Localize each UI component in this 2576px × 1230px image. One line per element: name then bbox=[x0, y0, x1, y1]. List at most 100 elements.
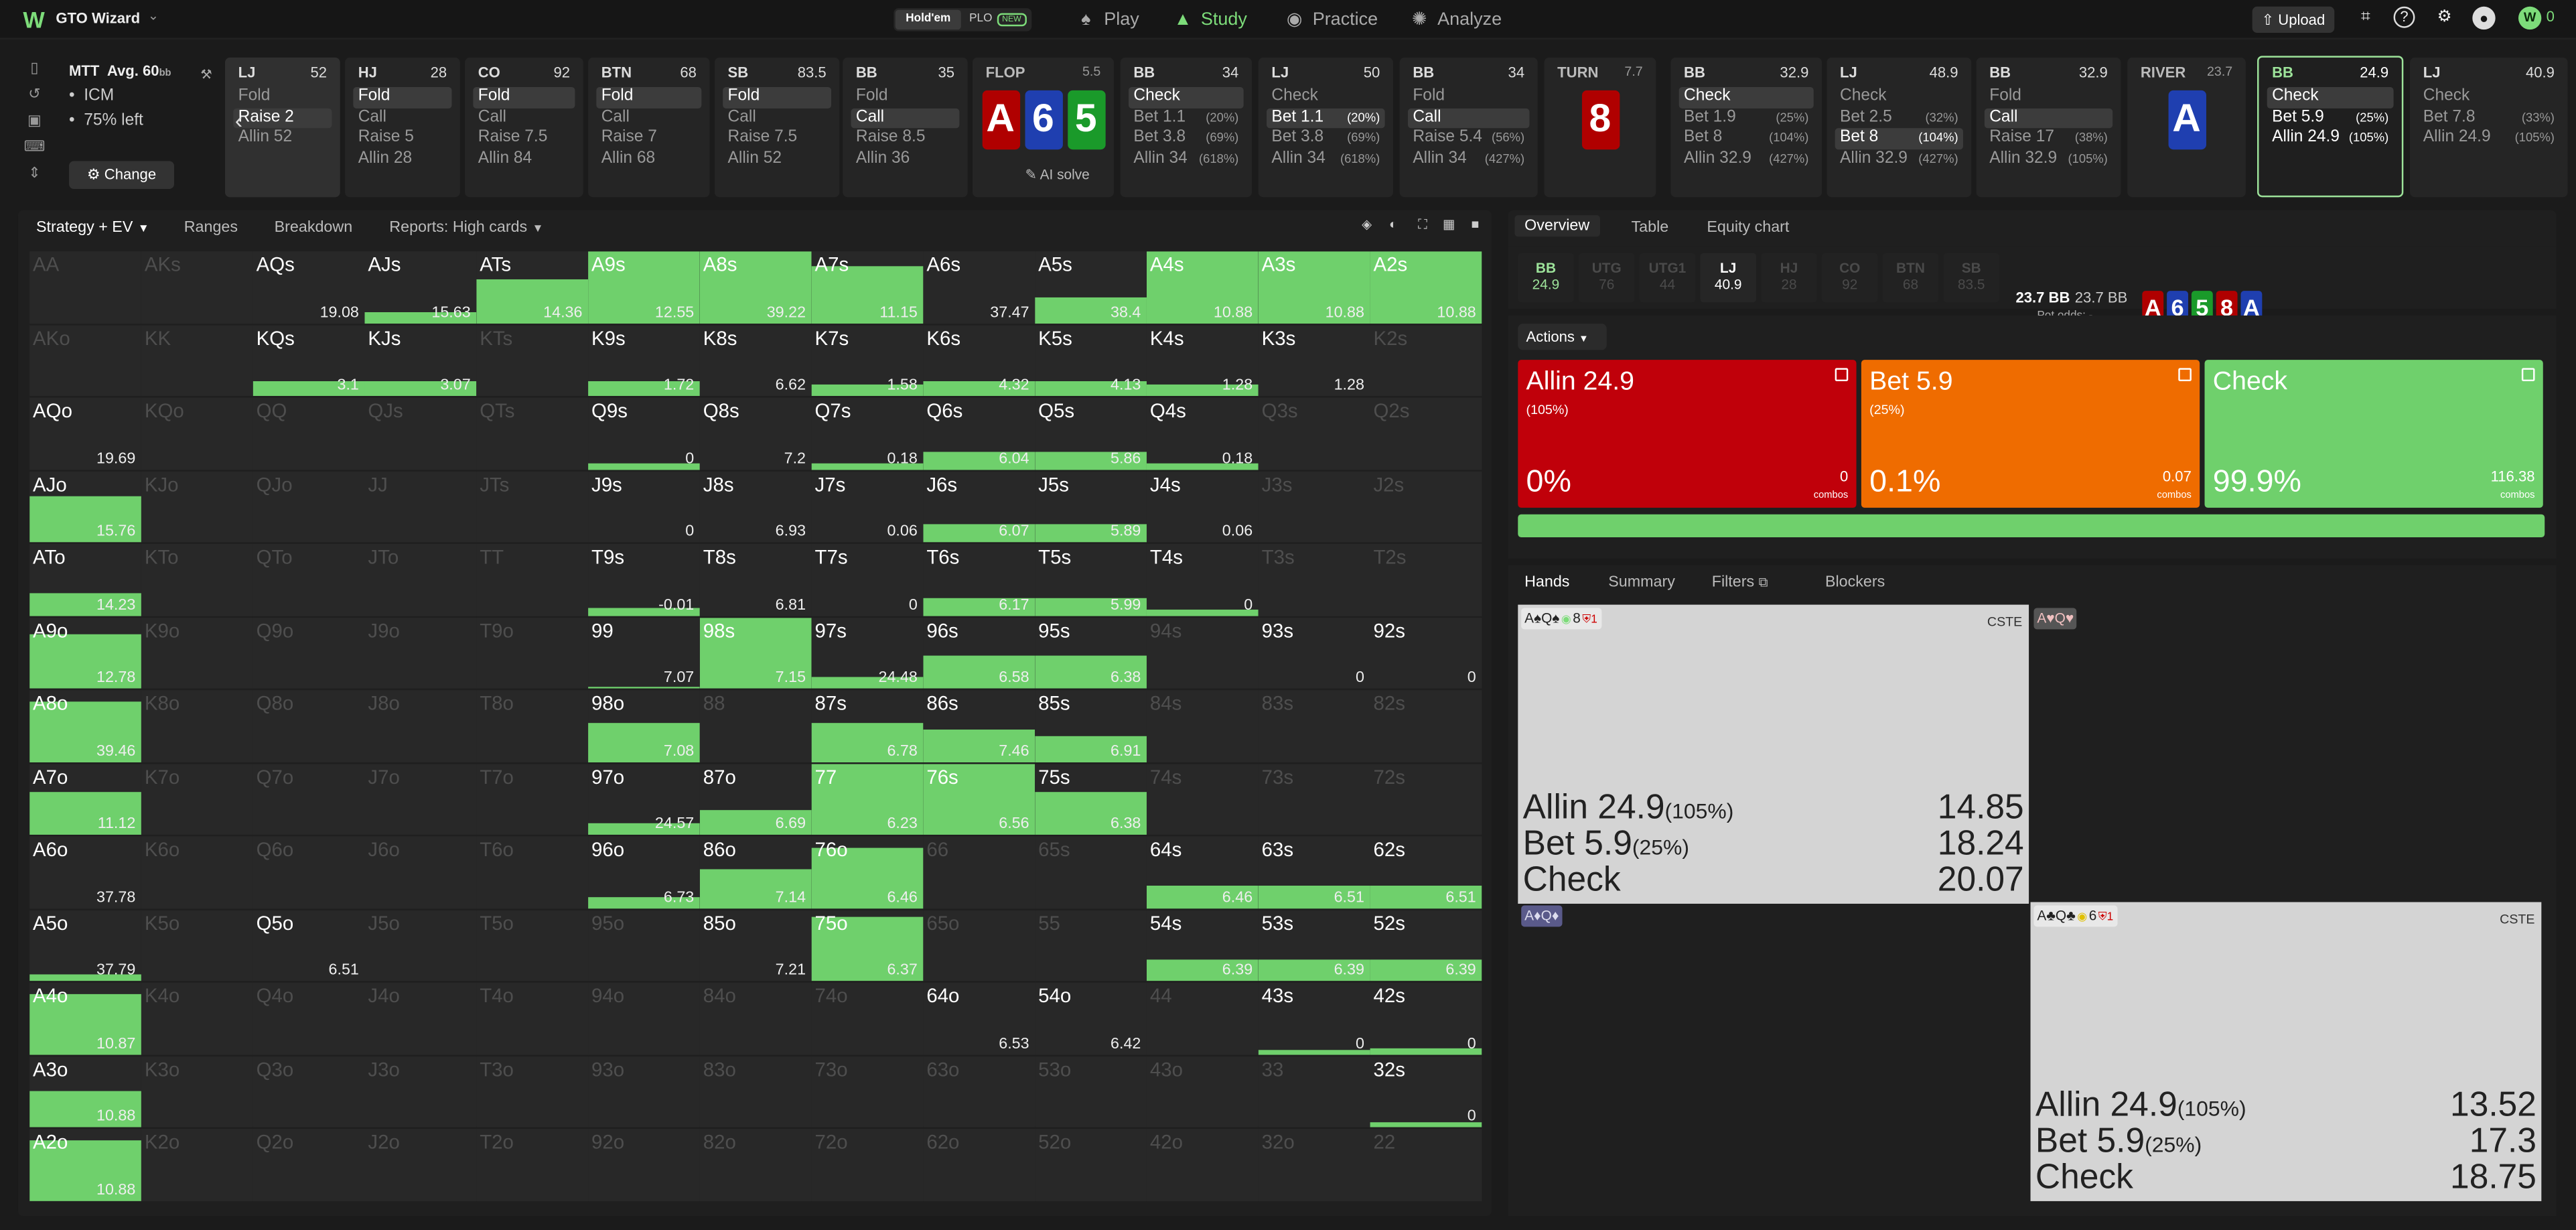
hand-cell[interactable]: 97o 24.57 bbox=[588, 763, 699, 835]
action-option[interactable]: Check bbox=[1267, 87, 1385, 108]
action-option[interactable]: Check bbox=[1835, 87, 1963, 108]
action-option[interactable]: Bet 2.5 (32%) bbox=[1835, 108, 1963, 129]
hand-cell[interactable]: TT bbox=[476, 543, 587, 616]
hand-cell[interactable]: J7o bbox=[364, 763, 476, 835]
hand-cell[interactable]: J6o bbox=[364, 836, 476, 908]
seat-lj[interactable]: LJ 40.9 bbox=[1700, 253, 1756, 303]
hand-cell[interactable]: KTo bbox=[141, 543, 253, 616]
action-option[interactable]: Allin 28 bbox=[353, 149, 451, 169]
action-option[interactable]: Allin 34 (427%) bbox=[1408, 149, 1529, 169]
seat-co[interactable]: CO 92 bbox=[1822, 253, 1878, 303]
action-option[interactable]: Check bbox=[1678, 86, 1814, 108]
hand-cell[interactable]: J2s bbox=[1370, 470, 1482, 543]
hand-cell[interactable]: Q4o bbox=[253, 982, 364, 1054]
hand-cell[interactable]: T3s bbox=[1258, 543, 1370, 616]
hand-cell[interactable]: Q9o bbox=[253, 616, 364, 689]
action-option[interactable]: Allin 34 (618%) bbox=[1129, 149, 1244, 169]
action-option[interactable]: Allin 36 bbox=[851, 149, 959, 169]
action-option[interactable]: Bet 8 (104%) bbox=[1679, 128, 1814, 149]
hand-cell[interactable]: 92s 0 bbox=[1370, 616, 1482, 689]
hand-cell[interactable]: 97s 24.48 bbox=[811, 616, 923, 689]
user-icon[interactable]: ● bbox=[2472, 6, 2496, 30]
hand-cell[interactable]: A9s 12.55 bbox=[588, 251, 699, 323]
action-option[interactable]: Fold bbox=[353, 86, 452, 108]
position-flop[interactable]: FLOP 5.5 A 6 5 ✎ AI solve bbox=[972, 57, 1114, 198]
hand-cell[interactable]: AKo bbox=[29, 324, 141, 397]
hand-cell[interactable]: 88 bbox=[699, 690, 811, 762]
hand-cell[interactable]: 66 bbox=[923, 836, 1034, 908]
nav-analyze[interactable]: ✺ Analyze bbox=[1409, 8, 1502, 31]
hand-cell[interactable]: K4s 1.28 bbox=[1146, 324, 1258, 397]
hand-card[interactable]: A♣Q♣ ◉ 6 ⛨1 CSTE Allin 24.9(105%) 13.52 Bet … bbox=[2030, 902, 2542, 1201]
hand-cell[interactable]: A6s 37.47 bbox=[923, 251, 1034, 323]
action-option[interactable]: Bet 3.8 (69%) bbox=[1267, 128, 1385, 149]
seat-hj[interactable]: HJ 28 bbox=[1761, 253, 1817, 303]
hand-cell[interactable]: A9o 12.78 bbox=[29, 616, 141, 689]
hand-cell[interactable]: 82o bbox=[699, 1129, 811, 1201]
tab-overview[interactable]: Overview bbox=[1514, 215, 1599, 237]
hand-cell[interactable]: 93s 0 bbox=[1258, 616, 1370, 689]
hand-cell[interactable]: 22 bbox=[1370, 1129, 1482, 1201]
hand-card[interactable]: A♠Q♠ ◉ 8 ⛨1 CSTE Allin 24.9(105%) 14.85 Bet … bbox=[1518, 604, 2029, 904]
hand-cell[interactable]: A3s 10.88 bbox=[1258, 251, 1370, 323]
hand-cell[interactable]: J4o bbox=[364, 982, 476, 1054]
hand-cell[interactable]: J5o bbox=[364, 909, 476, 981]
action-option[interactable]: Call bbox=[1984, 107, 2113, 129]
hand-cell[interactable]: 52s 6.39 bbox=[1370, 909, 1482, 981]
hand-cell[interactable]: 92o bbox=[588, 1129, 699, 1201]
hand-card[interactable]: A♦Q♦ bbox=[1518, 902, 2029, 1201]
hand-cell[interactable]: Q7o bbox=[253, 763, 364, 835]
action-option[interactable]: Raise 5 bbox=[353, 128, 451, 149]
action-option[interactable]: Fold bbox=[1985, 87, 2113, 108]
hand-cell[interactable]: 43s 0 bbox=[1258, 982, 1370, 1054]
hand-cell[interactable]: 84o bbox=[699, 982, 811, 1054]
position-bb[interactable]: BB 32.9 Check Bet 1.9 (25%) Bet 8 (104%) Allin … bbox=[1670, 57, 1822, 198]
hand-cell[interactable]: K5s 4.13 bbox=[1035, 324, 1146, 397]
hand-cell[interactable]: K8s 6.62 bbox=[699, 324, 811, 397]
tab-ranges[interactable]: Ranges bbox=[184, 218, 238, 236]
hand-cell[interactable]: J8s 6.93 bbox=[699, 470, 811, 543]
hand-cell[interactable]: K2o bbox=[141, 1129, 253, 1201]
compact-icon[interactable]: ⛶ bbox=[1415, 217, 1431, 234]
hand-cell[interactable]: JTo bbox=[364, 543, 476, 616]
hand-cell[interactable]: 64s 6.46 bbox=[1146, 836, 1258, 908]
hand-cell[interactable]: AQo 19.69 bbox=[29, 397, 141, 470]
hand-cell[interactable]: K9s 1.72 bbox=[588, 324, 699, 397]
hand-cell[interactable]: J8o bbox=[364, 690, 476, 762]
action-option[interactable]: Call bbox=[851, 107, 960, 129]
hand-cell[interactable]: KTs bbox=[476, 324, 587, 397]
position-bb[interactable]: BB 35 Fold Call Raise 8.5 Allin 36 bbox=[843, 57, 968, 198]
nav-play[interactable]: ♠ Play bbox=[1076, 8, 1139, 31]
hand-cell[interactable]: T5s 5.99 bbox=[1035, 543, 1146, 616]
action-option[interactable]: Fold bbox=[723, 86, 832, 108]
hand-cell[interactable]: Q2o bbox=[253, 1129, 364, 1201]
action-option[interactable]: Check bbox=[1129, 86, 1244, 108]
hand-cell[interactable]: 72o bbox=[811, 1129, 923, 1201]
controller-icon[interactable]: ⌨ bbox=[21, 138, 48, 164]
hand-cell[interactable]: A8s 39.22 bbox=[699, 251, 811, 323]
hand-cell[interactable]: 83s bbox=[1258, 690, 1370, 762]
action-option[interactable]: Allin 52 bbox=[233, 128, 332, 149]
actions-dropdown[interactable]: Actions ▼ bbox=[1518, 324, 1607, 350]
hand-cell[interactable]: T2o bbox=[476, 1129, 587, 1201]
chevron-down-icon[interactable]: ⌄ bbox=[148, 8, 159, 23]
hand-cell[interactable]: 86o 7.14 bbox=[699, 836, 811, 908]
history-icon[interactable]: ↺ bbox=[21, 86, 48, 112]
hand-cell[interactable]: 82s bbox=[1370, 690, 1482, 762]
hand-cell[interactable]: Q3o bbox=[253, 1055, 364, 1128]
gto-wizard-logo-icon[interactable]: W bbox=[23, 8, 46, 31]
hand-cell[interactable]: 54s 6.39 bbox=[1146, 909, 1258, 981]
action-option[interactable]: Allin 32.9 (427%) bbox=[1679, 149, 1814, 169]
hand-cell[interactable]: 65s bbox=[1035, 836, 1146, 908]
hand-cell[interactable]: 52o bbox=[1035, 1129, 1146, 1201]
hand-cell[interactable]: 87s 6.78 bbox=[811, 690, 923, 762]
action-box-0[interactable]: Allin 24.9 (105%) 0% 0 combos bbox=[1518, 360, 1857, 508]
hand-cell[interactable]: AJo 15.76 bbox=[29, 470, 141, 543]
hand-cell[interactable]: 85s 6.91 bbox=[1035, 690, 1146, 762]
hand-cell[interactable]: A3o 10.88 bbox=[29, 1055, 141, 1128]
hand-cell[interactable]: J9s 0 bbox=[588, 470, 699, 543]
hand-cell[interactable]: 76o 6.46 bbox=[811, 836, 923, 908]
hand-cell[interactable]: 53o bbox=[1035, 1055, 1146, 1128]
screenshot-icon[interactable]: ⌗ bbox=[2354, 7, 2377, 29]
action-option[interactable]: Call bbox=[723, 108, 831, 129]
